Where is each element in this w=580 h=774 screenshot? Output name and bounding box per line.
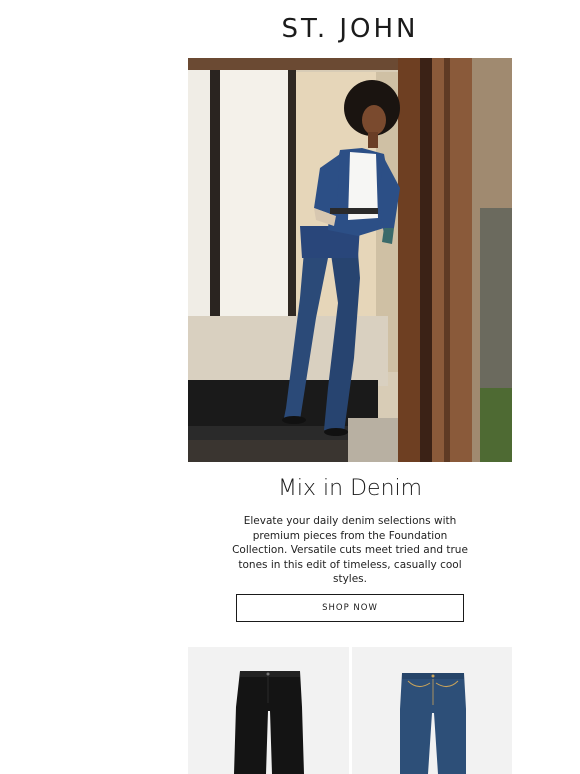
section-body-text: Elevate your daily denim selections with… [232, 515, 468, 585]
hero-image[interactable] [188, 58, 512, 462]
product-grid [188, 647, 512, 774]
brand-logo[interactable]: ST. JOHN [188, 12, 512, 46]
product-tile-blue-jeans[interactable] [351, 647, 512, 774]
black-jeans-image [234, 671, 304, 774]
product-tile-black-jeans[interactable] [188, 647, 349, 774]
blue-jeans-image [399, 673, 466, 774]
shop-now-button[interactable]: SHOP NOW [236, 594, 464, 622]
section-headline: Mix in Denim [277, 476, 423, 501]
